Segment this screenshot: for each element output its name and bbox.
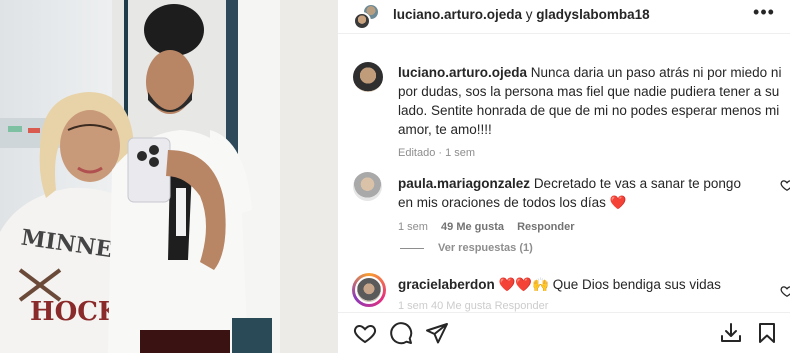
download-button[interactable] [719, 321, 743, 345]
author-link[interactable]: gladyslabomba18 [536, 7, 649, 22]
post-authors: luciano.arturo.ojeda y gladyslabomba18 [393, 7, 650, 22]
comment-body: gracielaberdon ❤️❤️🙌 Que Dios bendiga su… [398, 275, 756, 294]
avatar[interactable] [353, 62, 383, 92]
replies-divider [400, 247, 424, 249]
comment-username[interactable]: paula.mariagonzalez [398, 176, 530, 191]
reply-button[interactable]: Responder [517, 221, 574, 233]
post-header: luciano.arturo.ojeda y gladyslabomba18 •… [338, 0, 790, 34]
avatar [355, 276, 383, 304]
shirt-text-bottom: HOCK [30, 297, 122, 327]
avatar [353, 12, 371, 30]
comment-body: paula.mariagonzalez Decretado te vas a s… [398, 174, 756, 237]
post-action-bar [338, 312, 790, 353]
bookmark-icon [759, 323, 775, 343]
avatar-story-ring[interactable] [352, 273, 386, 307]
caption-meta: Editado · 1 sem [398, 144, 788, 163]
comment-meta: 1 sem 49 Me gusta Responder [398, 218, 756, 237]
paper-plane-icon [426, 323, 448, 344]
save-button[interactable] [755, 321, 779, 345]
comment-emoji: ❤️ [609, 195, 627, 210]
comment-text: Que Dios bendiga sus vidas [552, 277, 721, 292]
view-replies-button[interactable]: Ver respuestas (1) [400, 242, 533, 256]
comment-like-heart-icon[interactable] [780, 178, 790, 192]
photo-illustration: MINNESO HOCK [0, 0, 338, 353]
like-button[interactable] [353, 321, 377, 345]
collab-avatars[interactable] [353, 3, 381, 31]
comment-time[interactable]: 1 sem [398, 221, 428, 233]
caption-username[interactable]: luciano.arturo.ojeda [398, 65, 527, 80]
download-icon [721, 323, 741, 342]
comment-username[interactable]: gracielaberdon [398, 277, 495, 292]
author-conjunction: y [522, 7, 537, 22]
caption-time[interactable]: 1 sem [445, 147, 475, 159]
share-button[interactable] [425, 321, 449, 345]
author-link[interactable]: luciano.arturo.ojeda [393, 7, 522, 22]
heart-outline-icon [353, 324, 377, 344]
comment-like-heart-icon[interactable] [780, 284, 790, 298]
avatar[interactable] [353, 172, 382, 201]
comment-emoji: ❤️❤️🙌 [498, 277, 549, 292]
more-options-icon[interactable]: ••• [753, 3, 775, 25]
comment-likes[interactable]: 49 Me gusta [441, 221, 504, 233]
comment-bubble-icon [390, 322, 413, 345]
view-replies-label[interactable]: Ver respuestas (1) [438, 242, 533, 254]
meta-separator: · [435, 147, 446, 159]
post-photo: MINNESO HOCK [0, 0, 338, 353]
caption-body: luciano.arturo.ojeda Nunca daria un paso… [398, 63, 788, 163]
post-side-panel: luciano.arturo.ojeda y gladyslabomba18 •… [338, 0, 790, 353]
comment-button[interactable] [389, 321, 413, 345]
comment-meta-faded: 1 sem 40 Me gusta Responder [398, 300, 549, 312]
edited-label: Editado [398, 147, 436, 159]
